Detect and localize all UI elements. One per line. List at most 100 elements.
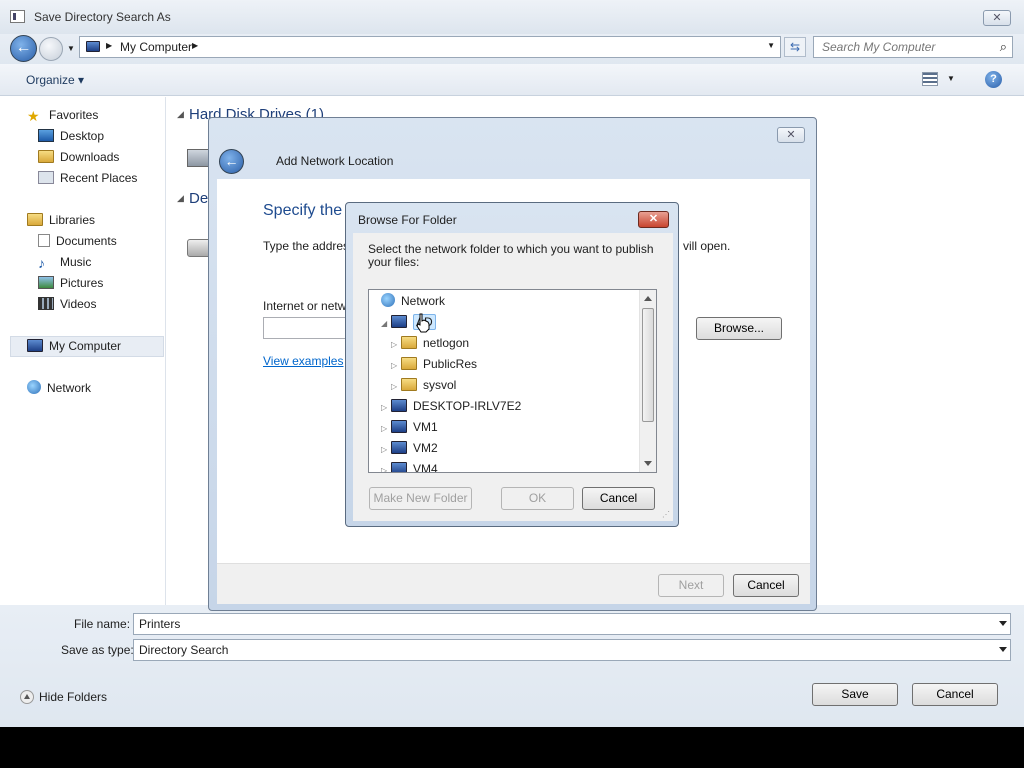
nav-item-favorites[interactable]: ★ Favorites <box>27 106 98 124</box>
nav-label: Music <box>60 255 92 269</box>
browse-close-button[interactable]: ✕ <box>638 211 669 228</box>
tree-item[interactable]: ▷ DESKTOP-IRLV7E2 <box>381 397 521 415</box>
star-icon: ★ <box>27 108 40 124</box>
folder-icon <box>401 357 417 370</box>
tree-item[interactable]: Network <box>371 292 445 310</box>
tree-item-label: VM2 <box>413 441 438 455</box>
tree-item-label: netlogon <box>423 336 470 350</box>
save-button[interactable]: Save <box>812 683 898 706</box>
nav-item-desktop[interactable]: Desktop <box>38 127 104 145</box>
help-button[interactable]: ? <box>985 71 1002 88</box>
chevron-right-icon[interactable]: ▶ <box>192 41 198 50</box>
network-icon <box>381 293 395 307</box>
pictures-icon <box>38 276 54 289</box>
nav-item-pictures[interactable]: Pictures <box>38 274 103 292</box>
nav-label: Network <box>47 381 92 395</box>
drive-icon[interactable] <box>187 149 209 167</box>
computer-icon <box>391 399 407 412</box>
hide-folders-button[interactable]: Hide Folders <box>20 690 107 704</box>
wizard-instruction-end: vill open. <box>683 239 731 253</box>
navigation-pane: ★ Favorites Desktop Downloads Recent Plac… <box>0 97 166 605</box>
wizard-close-button[interactable]: ✕ <box>777 127 805 143</box>
chevron-down-icon[interactable] <box>999 621 1007 626</box>
nav-item-music[interactable]: ♪ Music <box>38 253 91 271</box>
nav-item-downloads[interactable]: Downloads <box>38 148 119 166</box>
computer-icon <box>27 339 43 352</box>
history-dropdown-icon[interactable]: ▼ <box>67 44 75 53</box>
tree-item[interactable]: ▷ VM1 <box>381 418 438 436</box>
nav-label: Libraries <box>49 213 96 227</box>
wizard-instruction: Type the address <box>263 239 356 253</box>
save-type-select[interactable]: Directory Search <box>133 639 1011 661</box>
views-icon[interactable] <box>922 72 938 86</box>
chevron-down-icon[interactable] <box>999 647 1007 652</box>
tree-expander-icon[interactable]: ◢ <box>381 315 391 333</box>
address-path: My Computer <box>120 40 193 54</box>
videos-icon <box>38 297 54 310</box>
refresh-button[interactable]: ⇆ <box>784 37 806 57</box>
save-type-value: Directory Search <box>139 643 229 657</box>
computer-icon <box>86 41 100 52</box>
wizard-cancel-button[interactable]: Cancel <box>733 574 799 597</box>
resize-grip-icon[interactable]: ⋰ <box>662 510 670 519</box>
cancel-button[interactable]: Cancel <box>912 683 998 706</box>
browse-cancel-button[interactable]: Cancel <box>582 487 655 510</box>
address-dropdown-icon[interactable]: ▼ <box>767 41 775 50</box>
ok-button[interactable]: OK <box>501 487 574 510</box>
nav-item-videos[interactable]: Videos <box>38 295 96 313</box>
recent-places-icon <box>38 171 54 184</box>
browse-instruction: Select the network folder to which you w… <box>368 242 654 269</box>
search-icon[interactable]: ⌕ <box>1000 39 1007 55</box>
nav-item-recent-places[interactable]: Recent Places <box>38 169 137 187</box>
back-button[interactable]: ← <box>10 35 37 62</box>
tree-item[interactable]: ▷ netlogon <box>391 334 469 352</box>
computer-icon <box>391 420 407 433</box>
views-dropdown-icon[interactable]: ▼ <box>947 74 955 83</box>
nav-item-network[interactable]: Network <box>27 379 91 397</box>
chevron-right-icon[interactable]: ▶ <box>106 41 112 50</box>
wizard-footer: Next Cancel <box>217 563 810 604</box>
save-options-pane: File name: Printers Save as type: Direct… <box>0 605 1024 727</box>
libraries-icon <box>27 213 43 226</box>
tree-scrollbar[interactable] <box>639 290 656 472</box>
tree-expander-icon[interactable]: ▷ <box>391 378 401 396</box>
scroll-up-icon[interactable] <box>644 296 652 301</box>
wizard-back-button[interactable]: ← <box>219 149 244 174</box>
tree-expander-icon[interactable]: ▷ <box>381 462 391 472</box>
network-icon <box>27 380 41 394</box>
tree-expander-icon[interactable]: ▷ <box>381 420 391 438</box>
tree-expander-icon[interactable]: ▷ <box>381 399 391 417</box>
close-button[interactable]: ✕ <box>983 10 1011 26</box>
scroll-down-icon[interactable] <box>644 461 652 466</box>
tree-expander-icon[interactable]: ▷ <box>391 357 401 375</box>
tree-item-label: Network <box>401 294 446 308</box>
folder-tree[interactable]: Network◢AD▷netlogon▷PublicRes▷sysvol▷DES… <box>368 289 657 473</box>
tree-expander-icon[interactable]: ▷ <box>391 336 401 354</box>
folder-icon <box>401 336 417 349</box>
nav-item-libraries[interactable]: Libraries <box>27 211 95 229</box>
tree-expander-icon[interactable]: ▷ <box>381 441 391 459</box>
collapse-icon[interactable]: ◢ <box>177 193 184 204</box>
browse-button[interactable]: Browse... <box>696 317 782 340</box>
tree-item[interactable]: ▷ sysvol <box>391 376 456 394</box>
nav-item-documents[interactable]: Documents <box>38 232 117 250</box>
tree-item[interactable]: ▷ VM4 <box>381 460 438 472</box>
tree-item[interactable]: ▷ PublicRes <box>391 355 477 373</box>
search-input[interactable]: Search My Computer ⌕ <box>813 36 1013 58</box>
address-field[interactable]: ▶ My Computer ▶ ▼ <box>79 36 781 58</box>
scroll-thumb[interactable] <box>642 308 654 422</box>
organize-button[interactable]: Organize ▾ <box>26 73 84 87</box>
nav-label: Documents <box>56 234 117 248</box>
next-button[interactable]: Next <box>658 574 724 597</box>
collapse-icon[interactable]: ◢ <box>177 109 184 120</box>
forward-button[interactable] <box>39 37 63 61</box>
nav-item-my-computer[interactable]: My Computer <box>27 337 121 355</box>
view-examples-link[interactable]: View examples <box>263 354 343 368</box>
make-new-folder-button[interactable]: Make New Folder <box>369 487 472 510</box>
group-header-devices[interactable]: De <box>189 190 208 207</box>
computer-icon <box>391 462 407 472</box>
tree-item[interactable]: ▷ VM2 <box>381 439 438 457</box>
file-name-input[interactable]: Printers <box>133 613 1011 635</box>
nav-label: Desktop <box>60 129 105 143</box>
wizard-title: Add Network Location <box>276 154 394 168</box>
